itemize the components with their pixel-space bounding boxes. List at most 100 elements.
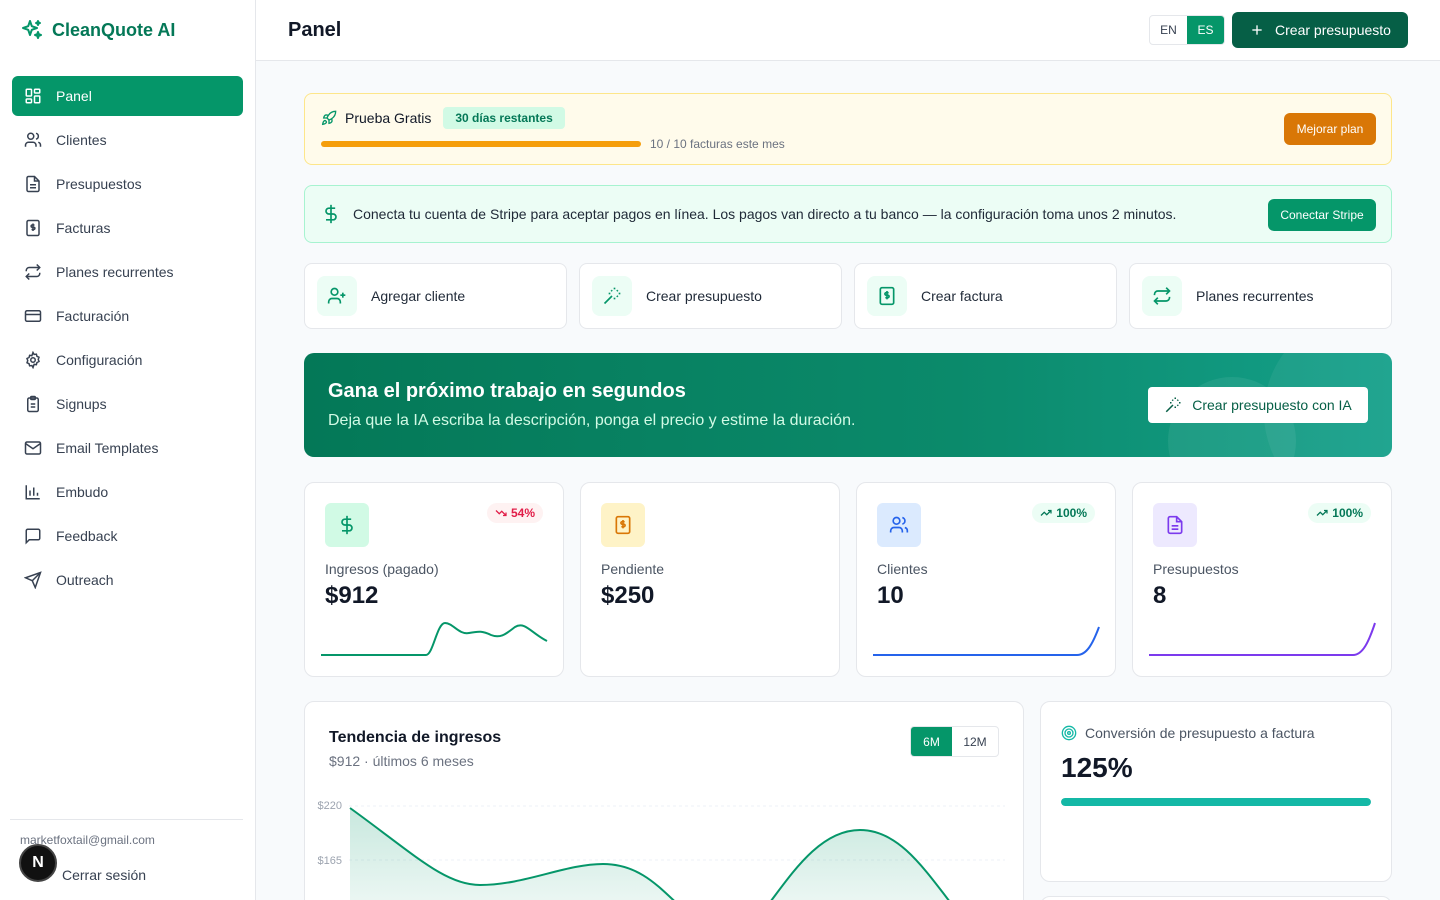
sidebar-item-label: Planes recurrentes (56, 264, 174, 280)
sidebar-item-outreach[interactable]: Outreach (12, 560, 243, 600)
stat-label: Pendiente (601, 561, 665, 577)
quick-action-create-quote[interactable]: Crear presupuesto (579, 263, 842, 329)
sidebar-item-label: Clientes (56, 132, 107, 148)
trend-badge-down: 54% (486, 503, 543, 523)
mail-icon (24, 441, 42, 455)
brand-name: CleanQuote AI (52, 19, 176, 40)
upgrade-plan-button[interactable]: Mejorar plan (1284, 113, 1376, 145)
document-icon (26, 175, 40, 193)
brand-logo[interactable]: CleanQuote AI (20, 18, 175, 42)
revenue-trend-subtitle: $912 · últimos 6 meses (329, 753, 474, 769)
sidebar-item-panel[interactable]: Panel (12, 76, 243, 116)
next-card (1040, 896, 1392, 900)
revenue-trend-chart: $220 $165 (318, 800, 1005, 900)
users-icon (24, 132, 42, 147)
lang-es-button[interactable]: ES (1187, 16, 1224, 44)
stat-icon-wrap (1153, 503, 1197, 547)
create-quote-button[interactable]: Crear presupuesto (1232, 12, 1408, 48)
conversion-label: Conversión de presupuesto a factura (1085, 725, 1315, 741)
conversion-progress-bar (1061, 798, 1371, 806)
ai-button-label: Crear presupuesto con IA (1192, 397, 1352, 413)
range-toggle: 6M 12M (910, 726, 999, 757)
stat-card-pending: Pendiente $250 (580, 482, 840, 677)
stat-label: Clientes (877, 561, 928, 577)
avatar[interactable]: N (19, 844, 57, 882)
dollar-icon (341, 515, 353, 535)
y-tick-label: $165 (318, 855, 342, 867)
connect-stripe-button[interactable]: Conectar Stripe (1268, 199, 1376, 231)
trial-heading: Prueba Gratis 30 días restantes (321, 107, 565, 129)
lang-en-button[interactable]: EN (1150, 16, 1187, 44)
sidebar-item-embudo[interactable]: Embudo (12, 472, 243, 512)
sidebar-item-label: Feedback (56, 528, 118, 544)
revenue-trend-title: Tendencia de ingresos (329, 729, 502, 746)
invoice-icon (879, 286, 895, 306)
revenue-area (350, 808, 949, 900)
quick-action-icon-wrap (867, 276, 907, 316)
range-6m-button[interactable]: 6M (911, 727, 952, 756)
magic-wand-icon (1165, 397, 1181, 413)
sidebar-item-configuracion[interactable]: Configuración (12, 340, 243, 380)
conversion-value: 125% (1061, 752, 1133, 783)
conversion-heading: Conversión de presupuesto a factura (1061, 725, 1315, 741)
document-icon (1167, 515, 1183, 535)
sidebar-item-feedback[interactable]: Feedback (12, 516, 243, 556)
create-quote-label: Crear presupuesto (1275, 22, 1391, 38)
users-icon (889, 516, 909, 533)
stripe-message: Conecta tu cuenta de Stripe para aceptar… (353, 206, 1177, 222)
trend-badge-up: 100% (1308, 503, 1371, 523)
quick-action-icon-wrap (1142, 276, 1182, 316)
sidebar-item-clientes[interactable]: Clientes (12, 120, 243, 160)
logout-button[interactable]: Cerrar sesión (62, 867, 146, 883)
trending-up-icon (1040, 509, 1052, 516)
gear-icon (26, 351, 40, 369)
credit-card-icon (24, 310, 42, 322)
dashboard-icon (25, 88, 41, 104)
sidebar: CleanQuote AI Panel Clientes Presupuesto… (0, 0, 256, 900)
ai-banner-subtitle: Deja que la IA escriba la descripción, p… (328, 412, 856, 429)
sidebar-item-label: Outreach (56, 572, 114, 588)
revenue-trend-card: Tendencia de ingresos $912 · últimos 6 m… (304, 701, 1024, 900)
range-12m-button[interactable]: 12M (952, 727, 998, 756)
quick-action-label: Planes recurrentes (1196, 288, 1314, 304)
sidebar-item-presupuestos[interactable]: Presupuestos (12, 164, 243, 204)
dollar-icon (325, 204, 337, 224)
quick-action-label: Crear factura (921, 288, 1003, 304)
stat-value: $250 (601, 582, 655, 609)
quick-action-label: Agregar cliente (371, 288, 466, 304)
message-icon (25, 528, 41, 545)
sidebar-item-email-templates[interactable]: Email Templates (12, 428, 243, 468)
ai-create-quote-button[interactable]: Crear presupuesto con IA (1148, 387, 1368, 423)
sparkline-revenue (321, 621, 548, 656)
invoice-icon (615, 515, 631, 535)
rocket-icon (321, 110, 337, 126)
sidebar-item-label: Panel (56, 88, 92, 104)
top-header: Panel EN ES Crear presupuesto (256, 0, 1440, 61)
quick-action-create-invoice[interactable]: Crear factura (854, 263, 1117, 329)
stripe-banner: Conecta tu cuenta de Stripe para aceptar… (304, 185, 1392, 243)
sidebar-item-facturas[interactable]: Facturas (12, 208, 243, 248)
trending-up-icon (1316, 509, 1328, 516)
conversion-progress-fill (1061, 798, 1371, 806)
magic-wand-icon (603, 287, 621, 305)
sidebar-item-signups[interactable]: Signups (12, 384, 243, 424)
quick-action-icon-wrap (317, 276, 357, 316)
trend-value: 100% (1056, 506, 1087, 520)
send-icon (24, 571, 42, 589)
sidebar-nav: Panel Clientes Presupuestos Facturas Pla… (12, 76, 243, 604)
stat-value: 10 (877, 582, 904, 609)
sidebar-item-facturacion[interactable]: Facturación (12, 296, 243, 336)
quick-action-icon-wrap (592, 276, 632, 316)
trial-title: Prueba Gratis (345, 110, 432, 126)
ai-banner-title: Gana el próximo trabajo en segundos (328, 380, 686, 402)
quick-action-add-client[interactable]: Agregar cliente (304, 263, 567, 329)
sidebar-item-label: Facturación (56, 308, 130, 324)
trial-days-badge: 30 días restantes (443, 107, 565, 129)
trial-usage-text: 10 / 10 facturas este mes (650, 137, 785, 151)
sparkline-clients (873, 626, 1100, 656)
sparkline-quotes (1149, 622, 1376, 656)
repeat-icon (1153, 287, 1171, 305)
trial-banner: Prueba Gratis 30 días restantes 10 / 10 … (304, 93, 1392, 165)
sidebar-item-planes-recurrentes[interactable]: Planes recurrentes (12, 252, 243, 292)
quick-action-recurring-plans[interactable]: Planes recurrentes (1129, 263, 1392, 329)
